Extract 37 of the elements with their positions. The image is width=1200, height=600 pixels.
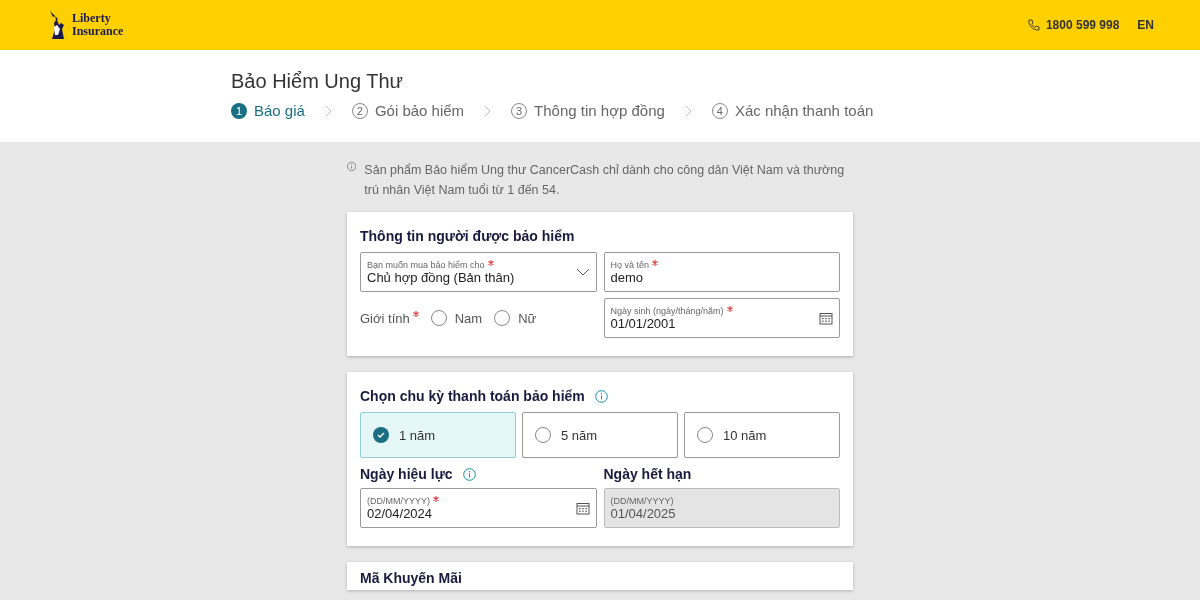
date-field: (DD/MM/YYYY) 01/04/2025 <box>603 488 840 528</box>
calendar-icon[interactable] <box>819 311 833 325</box>
select-field[interactable]: Bạn muốn mua bảo hiểm cho Chủ hợp đồng (Bản thân) <box>360 252 597 292</box>
gender-label: Giới tính <box>360 310 419 326</box>
progress-step[interactable]: 2 Gói bảo hiểm <box>351 102 465 119</box>
date-field[interactable]: Ngày sinh (ngày/tháng/năm) 01/01/2001 <box>603 298 840 338</box>
info-icon <box>462 467 476 481</box>
page-title: Bảo Hiểm Ung Thư <box>231 70 404 93</box>
eligibility-notice: Sản phẩm Bảo hiểm Ung thư CancerCash chỉ dành cho công dân Việt Nam và thường trú nhân Việt Nam tuổi từ 1 đến 54. <box>364 162 846 199</box>
period-option[interactable]: 10 năm <box>684 412 840 458</box>
radio-label[interactable]: Nam <box>454 310 483 326</box>
check-icon <box>377 432 385 438</box>
card-title: Mã Khuyến Mãi <box>360 570 463 586</box>
info-icon <box>347 160 357 173</box>
phone-number[interactable]: 1800 599 998 <box>1045 18 1120 32</box>
progress-step[interactable]: 3 Thông tin hợp đồng <box>511 102 665 119</box>
input-field[interactable]: Họ và tên demo <box>603 252 840 292</box>
chevron-icon <box>684 104 692 117</box>
radio-label[interactable]: Nữ <box>518 310 537 326</box>
caret-icon <box>575 268 590 276</box>
progress-step[interactable]: 4 Xác nhận thanh toán <box>711 102 874 119</box>
date-field[interactable]: (DD/MM/YYYY) 02/04/2024 <box>360 488 597 528</box>
calendar-icon[interactable] <box>575 501 590 515</box>
card-title: Thông tin người được bảo hiểm <box>360 228 576 244</box>
period-option[interactable]: 5 năm <box>522 412 678 458</box>
info-icon <box>594 389 608 403</box>
progress-step[interactable]: 1 Báo giá <box>231 102 305 119</box>
phone-icon <box>1026 18 1040 32</box>
field-heading: Ngày hết hạn <box>603 466 692 482</box>
chevron-icon <box>324 104 332 117</box>
field-heading: Ngày hiệu lực <box>360 466 453 482</box>
chevron-icon <box>484 104 492 117</box>
period-option[interactable]: 1 năm <box>360 412 516 458</box>
checked-radio[interactable] <box>373 427 389 443</box>
card-title: Chọn chu kỳ thanh toán bảo hiểm <box>360 388 585 404</box>
language-link[interactable]: EN <box>1137 18 1154 32</box>
logo-text: Liberty Insurance <box>72 12 124 38</box>
